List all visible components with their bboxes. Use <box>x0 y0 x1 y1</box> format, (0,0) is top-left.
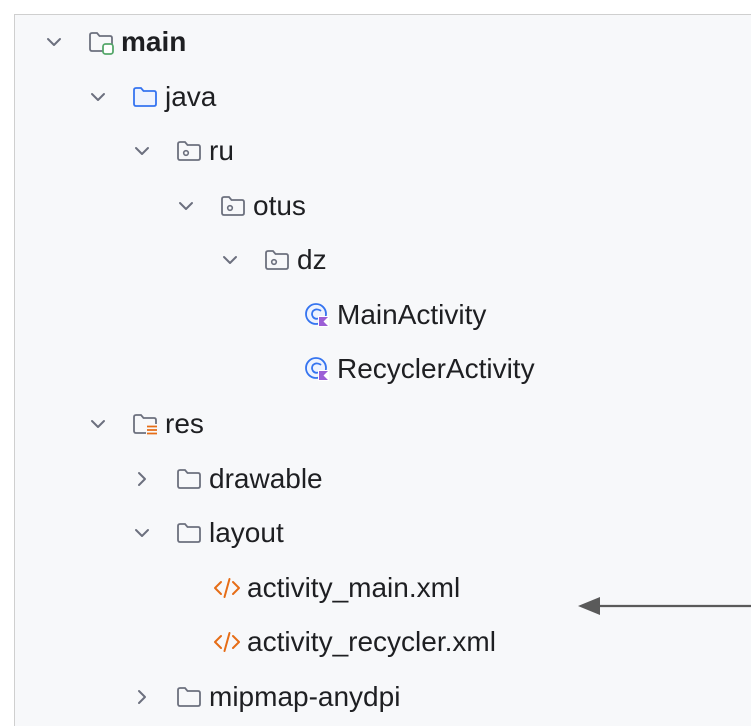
arrow-left-icon <box>578 597 751 615</box>
